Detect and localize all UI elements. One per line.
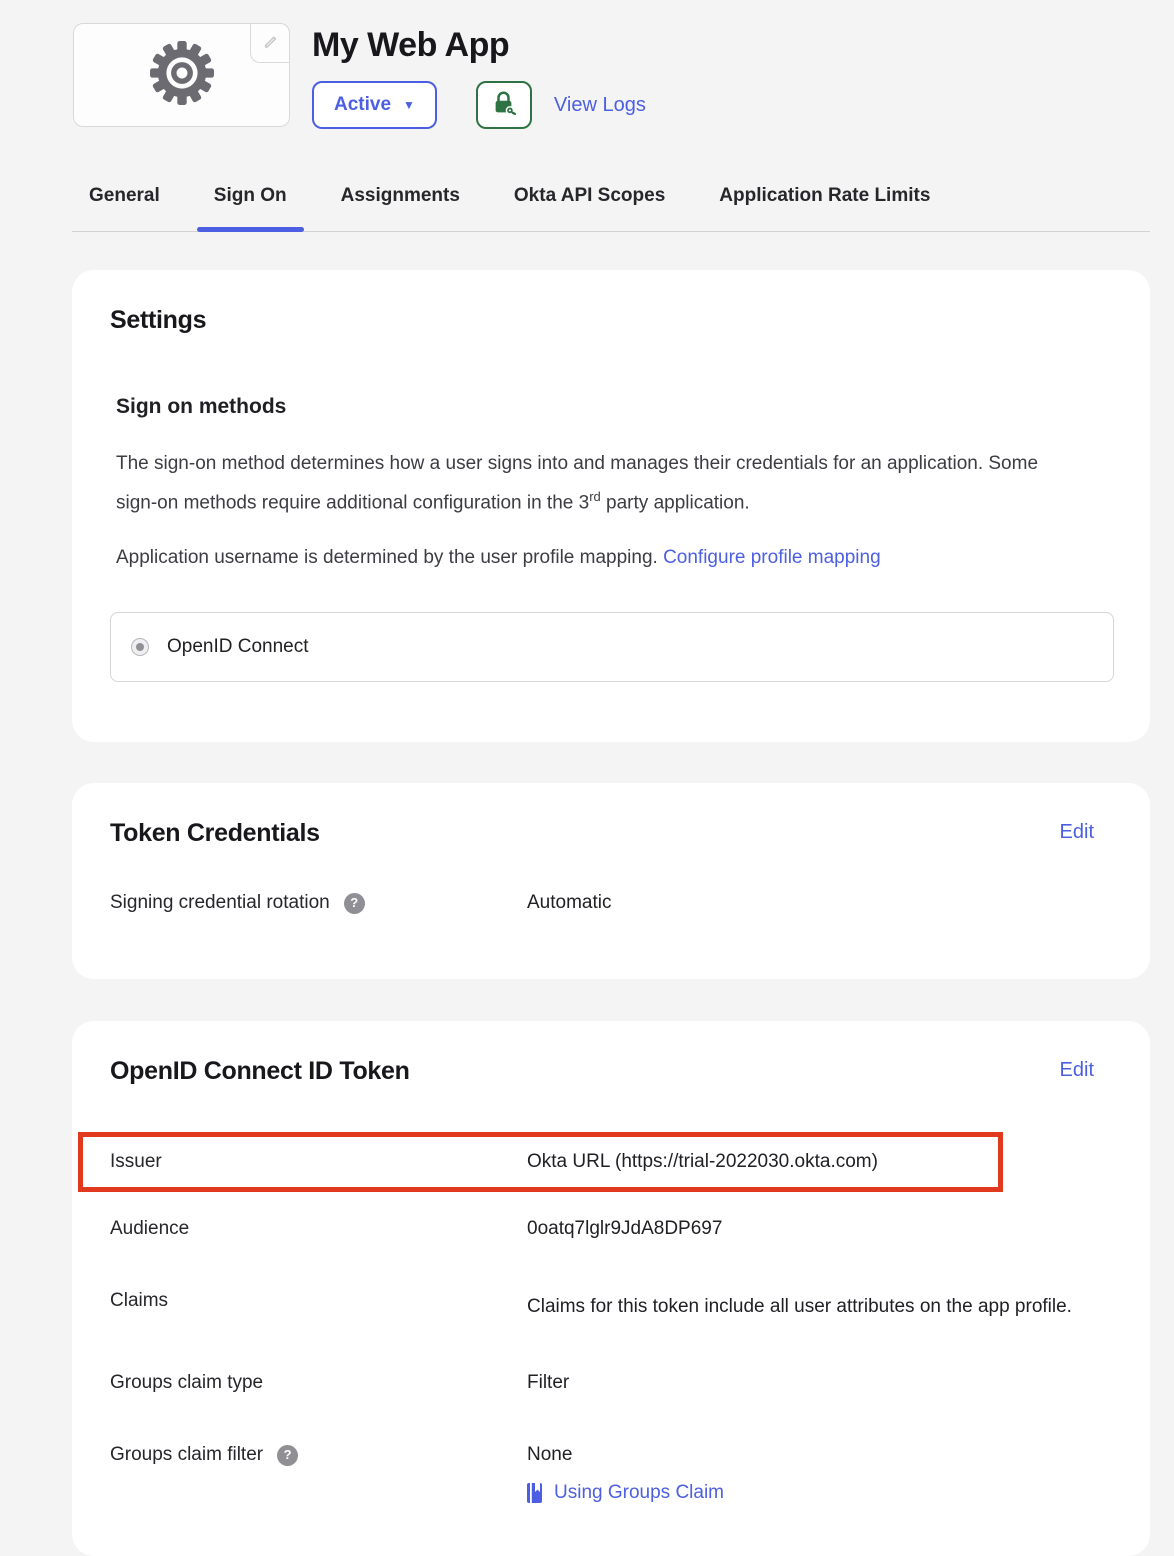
tab-okta-api-scopes[interactable]: Okta API Scopes (514, 185, 665, 231)
help-icon[interactable]: ? (344, 893, 365, 914)
gear-icon (143, 34, 221, 117)
token-credentials-card: Token Credentials Edit Signing credentia… (72, 783, 1150, 979)
id-token-card: OpenID Connect ID Token Edit Issuer Okta… (72, 1021, 1150, 1556)
signing-credential-rotation-label: Signing credential rotation ? (110, 890, 527, 916)
app-logo-box (73, 23, 290, 127)
radio-selected-icon[interactable] (131, 638, 149, 656)
issuer-label: Issuer (110, 1149, 527, 1175)
sign-on-methods-heading: Sign on methods (110, 395, 1112, 419)
pencil-icon (261, 32, 279, 55)
page-title: My Web App (312, 23, 646, 67)
groups-claim-filter-value: None (527, 1442, 1112, 1468)
username-text: Application username is determined by th… (116, 547, 658, 568)
claims-value: Claims for this token include all user a… (527, 1288, 1107, 1326)
audience-label: Audience (110, 1216, 527, 1242)
row-label-text: Groups claim filter (110, 1442, 263, 1468)
groups-claim-type-value: Filter (527, 1370, 1112, 1396)
tab-assignments[interactable]: Assignments (341, 185, 460, 231)
view-logs-link[interactable]: View Logs (554, 94, 646, 117)
description-part2: party application. (601, 492, 750, 513)
header-right: My Web App Active ▼ (312, 23, 646, 129)
token-credentials-title-row: Token Credentials Edit (110, 819, 1112, 848)
edit-logo-button[interactable] (250, 23, 290, 63)
token-credentials-title: Token Credentials (110, 819, 320, 848)
help-icon[interactable]: ? (277, 1445, 298, 1466)
okta-app-page: My Web App Active ▼ (0, 0, 1174, 1556)
sign-on-method-option[interactable]: OpenID Connect (110, 612, 1114, 682)
method-option-label: OpenID Connect (167, 636, 309, 658)
groups-claim-type-row: Groups claim type Filter (110, 1370, 1112, 1396)
groups-claim-type-label: Groups claim type (110, 1370, 527, 1396)
claims-row: Claims Claims for this token include all… (110, 1288, 1112, 1326)
using-groups-claim-label: Using Groups Claim (554, 1482, 724, 1504)
signing-credential-rotation-value: Automatic (527, 890, 1112, 916)
issuer-highlight-box: Issuer Okta URL (https://trial-2022030.o… (78, 1132, 1003, 1192)
description-part1: The sign-on method determines how a user… (116, 453, 1038, 513)
claims-label: Claims (110, 1288, 527, 1314)
username-mapping-description: Application username is determined by th… (110, 541, 1070, 574)
configure-profile-mapping-link[interactable]: Configure profile mapping (663, 547, 881, 568)
settings-title: Settings (110, 306, 1112, 335)
id-token-title-row: OpenID Connect ID Token Edit (110, 1057, 1112, 1086)
status-dropdown-button[interactable]: Active ▼ (312, 81, 437, 129)
token-credentials-edit-link[interactable]: Edit (1060, 821, 1094, 844)
book-icon (527, 1483, 544, 1503)
tab-general[interactable]: General (89, 185, 160, 231)
status-label: Active (334, 94, 391, 116)
header-actions: Active ▼ View Logs (312, 81, 646, 129)
audience-row: Audience 0oatq7lglr9JdA8DP697 (110, 1216, 1112, 1242)
sign-on-method-description: The sign-on method determines how a user… (110, 447, 1070, 519)
id-token-edit-link[interactable]: Edit (1060, 1059, 1094, 1082)
lock-key-icon (490, 90, 517, 120)
signing-credential-rotation-row: Signing credential rotation ? Automatic (110, 890, 1112, 916)
app-header: My Web App Active ▼ (73, 23, 646, 129)
description-superscript: rd (589, 489, 601, 504)
chevron-down-icon: ▼ (403, 98, 415, 112)
issuer-value: Okta URL (https://trial-2022030.okta.com… (527, 1149, 998, 1175)
audience-value: 0oatq7lglr9JdA8DP697 (527, 1216, 1112, 1242)
tab-bar: General Sign On Assignments Okta API Sco… (72, 185, 1150, 232)
tab-sign-on[interactable]: Sign On (214, 185, 287, 231)
groups-claim-filter-value-stack: None Using Groups Claim (527, 1442, 1112, 1504)
groups-claim-filter-row: Groups claim filter ? None Using Groups … (110, 1442, 1112, 1504)
lock-key-button[interactable] (476, 81, 532, 129)
row-label-text: Signing credential rotation (110, 890, 330, 916)
groups-claim-filter-label: Groups claim filter ? (110, 1442, 527, 1468)
issuer-row: Issuer Okta URL (https://trial-2022030.o… (110, 1149, 998, 1175)
settings-card: Settings Sign on methods The sign-on met… (72, 270, 1150, 742)
using-groups-claim-link[interactable]: Using Groups Claim (527, 1482, 1112, 1504)
id-token-title: OpenID Connect ID Token (110, 1057, 410, 1086)
tab-application-rate-limits[interactable]: Application Rate Limits (719, 185, 930, 231)
